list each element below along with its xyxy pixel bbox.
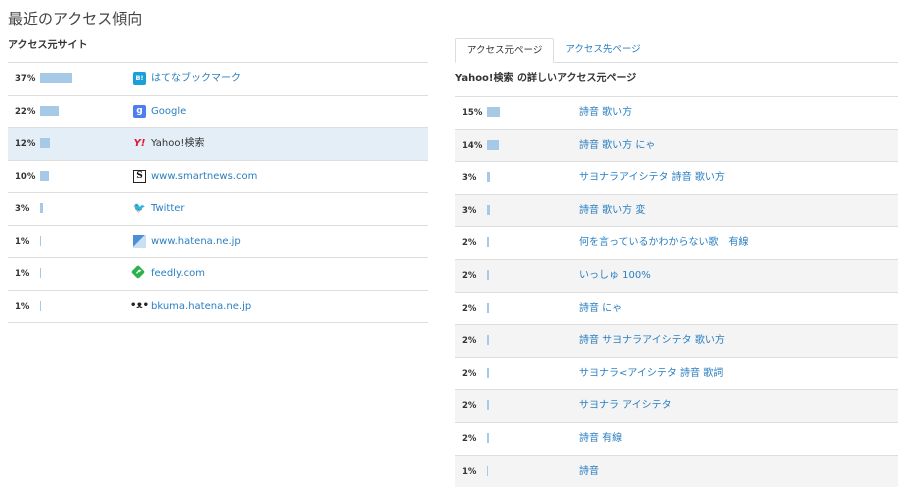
- feedly-icon: f: [130, 264, 146, 280]
- source-row[interactable]: 37% B! はてなブックマーク: [8, 63, 428, 96]
- search-query-link[interactable]: サヨナラアイシテタ 詩音 歌い方: [579, 162, 725, 194]
- source-bar: [40, 203, 43, 213]
- detail-row[interactable]: 2% 詩音 有線: [455, 423, 898, 456]
- detail-row[interactable]: 14% 詩音 歌い方 にゃ: [455, 129, 898, 163]
- detail-bar: [487, 139, 500, 150]
- source-link[interactable]: Google: [151, 96, 186, 128]
- sources-title: アクセス元サイト: [8, 40, 88, 51]
- detail-bar: [487, 302, 489, 313]
- search-query-link[interactable]: サヨナラ<アイシテタ 詩音 歌詞: [579, 358, 723, 390]
- source-percent: 12%: [15, 139, 36, 149]
- source-link[interactable]: Twitter: [151, 193, 185, 225]
- detail-bar: [487, 432, 489, 443]
- source-link[interactable]: Yahoo!検索: [151, 128, 204, 160]
- tab-access-source-pages[interactable]: アクセス元ページ: [455, 38, 555, 63]
- search-query-link[interactable]: いっしゅ 100%: [579, 260, 651, 292]
- search-query-link[interactable]: 何を言っているかわからない歌 有線: [579, 227, 749, 259]
- detail-bar: [487, 465, 488, 476]
- source-link[interactable]: bkuma.hatena.ne.jp: [151, 291, 251, 323]
- source-percent: 37%: [15, 74, 36, 84]
- yahoo-icon: Y!: [133, 137, 146, 149]
- detail-percent: 2%: [462, 433, 477, 444]
- detail-row[interactable]: 3% 詩音 歌い方 変: [455, 194, 898, 228]
- detail-percent: 2%: [462, 270, 477, 281]
- source-link[interactable]: feedly.com: [151, 258, 205, 290]
- source-link[interactable]: www.smartnews.com: [151, 161, 257, 193]
- search-query-link[interactable]: 詩音 サヨナラアイシテタ 歌い方: [579, 325, 725, 357]
- search-query-link[interactable]: 詩音 歌い方 にゃ: [579, 130, 655, 162]
- detail-bar: [487, 269, 489, 280]
- source-percent: 10%: [15, 171, 36, 182]
- bkuma-icon: •ᴥ•: [130, 300, 149, 311]
- detail-bar: [487, 172, 490, 183]
- source-percent: 1%: [15, 301, 30, 312]
- source-row[interactable]: 1% f feedly.com: [8, 258, 428, 291]
- source-bar: [40, 268, 41, 278]
- tab-bar: アクセス元ページ アクセス先ページ: [455, 38, 898, 63]
- detail-row[interactable]: 3% サヨナラアイシテタ 詩音 歌い方: [455, 162, 898, 195]
- detail-bar: [487, 237, 489, 248]
- source-row[interactable]: 22% g Google: [8, 96, 428, 128]
- source-percent: 22%: [15, 106, 36, 117]
- detail-row[interactable]: 2% 何を言っているかわからない歌 有線: [455, 227, 898, 260]
- search-query-link[interactable]: サヨナラ アイシテタ: [579, 390, 672, 422]
- detail-row[interactable]: 2% サヨナラ アイシテタ: [455, 390, 898, 423]
- detail-row[interactable]: 2% サヨナラ<アイシテタ 詩音 歌詞: [455, 358, 898, 391]
- source-percent: 1%: [15, 236, 30, 247]
- source-percent: 3%: [15, 204, 30, 214]
- source-bar: [40, 105, 60, 116]
- search-query-link[interactable]: 詩音 歌い方 変: [579, 195, 645, 227]
- hatena-bookmark-icon: B!: [133, 72, 146, 85]
- detail-list: 15% 詩音 歌い方 14% 詩音 歌い方 にゃ 3% サヨナラアイシテタ 詩音 歌い方 3…: [455, 96, 898, 487]
- source-link[interactable]: はてなブックマーク: [151, 63, 241, 95]
- access-detail-panel: アクセス元ページ アクセス先ページ Yahoo!検索 の詳しいアクセス元ページ 1…: [455, 38, 898, 487]
- detail-bar: [487, 367, 489, 378]
- source-percent: 1%: [15, 269, 30, 279]
- source-row[interactable]: 1% •ᴥ• bkuma.hatena.ne.jp: [8, 291, 428, 323]
- tab-access-destination-pages[interactable]: アクセス先ページ: [554, 38, 651, 63]
- detail-percent: 3%: [462, 205, 477, 216]
- source-row[interactable]: 12% Y! Yahoo!検索: [8, 128, 428, 161]
- detail-percent: 15%: [462, 108, 483, 118]
- detail-percent: 2%: [462, 368, 477, 379]
- detail-bar: [487, 400, 489, 411]
- detail-row[interactable]: 2% いっしゅ 100%: [455, 259, 898, 293]
- google-icon: g: [133, 104, 146, 118]
- source-bar: [40, 138, 51, 148]
- hatena-icon: [133, 234, 146, 248]
- detail-bar: [487, 204, 490, 215]
- page-title: 最近のアクセス傾向: [8, 10, 143, 28]
- detail-bar: [487, 107, 500, 117]
- detail-bar: [487, 335, 489, 346]
- detail-percent: 2%: [462, 401, 477, 412]
- source-bar: [40, 73, 72, 83]
- access-sources-panel: アクセス元サイト 37% B! はてなブックマーク 22% g Google 12% Y! Ya…: [8, 38, 428, 323]
- detail-row[interactable]: 2% 詩音 にゃ: [455, 293, 898, 326]
- detail-row[interactable]: 15% 詩音 歌い方: [455, 97, 898, 130]
- source-bar: [40, 170, 49, 181]
- detail-percent: 3%: [462, 173, 477, 184]
- search-query-link[interactable]: 詩音 歌い方: [579, 97, 632, 129]
- source-bar: [40, 235, 41, 246]
- twitter-icon: 🐦: [133, 202, 146, 214]
- source-bar: [40, 300, 41, 311]
- source-row[interactable]: 10% Swww.smartnews.com: [8, 161, 428, 193]
- search-query-link[interactable]: 詩音: [579, 456, 599, 487]
- detail-row[interactable]: 2% 詩音 サヨナラアイシテタ 歌い方: [455, 325, 898, 358]
- detail-percent: 1%: [462, 466, 477, 477]
- source-list: 37% B! はてなブックマーク 22% g Google 12% Y! Yahoo!検索 10%…: [8, 62, 428, 323]
- detail-title: Yahoo!検索 の詳しいアクセス元ページ: [455, 73, 637, 84]
- smartnews-icon: S: [133, 169, 146, 183]
- search-query-link[interactable]: 詩音 にゃ: [579, 293, 622, 325]
- source-link[interactable]: www.hatena.ne.jp: [151, 226, 241, 258]
- source-row[interactable]: 1% www.hatena.ne.jp: [8, 226, 428, 258]
- detail-row[interactable]: 1% 詩音: [455, 455, 898, 487]
- detail-percent: 2%: [462, 238, 477, 249]
- detail-percent: 2%: [462, 336, 477, 347]
- detail-percent: 14%: [462, 140, 483, 151]
- search-query-link[interactable]: 詩音 有線: [579, 423, 622, 455]
- detail-percent: 2%: [462, 303, 477, 314]
- source-row[interactable]: 3% 🐦 Twitter: [8, 193, 428, 226]
